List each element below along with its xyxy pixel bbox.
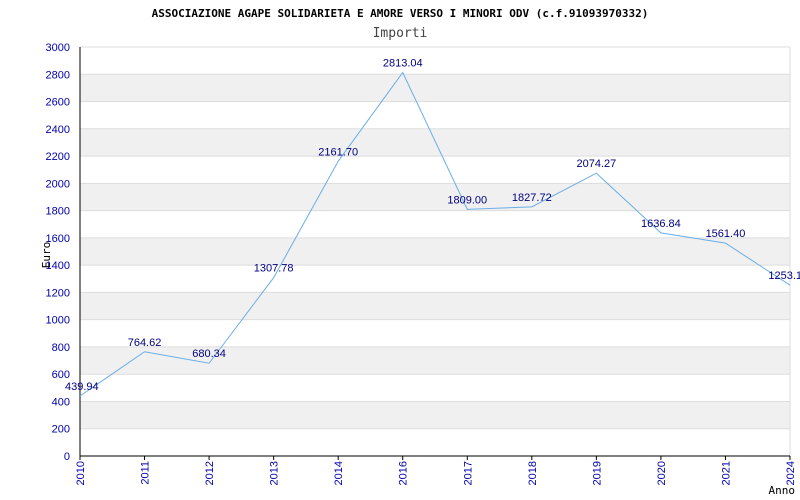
x-tick-label: 2018 xyxy=(527,461,539,485)
data-label: 439.94 xyxy=(65,381,99,393)
x-tick-label: 2016 xyxy=(398,461,410,485)
x-tick-label: 2010 xyxy=(75,461,87,485)
y-tick-label: 2200 xyxy=(46,151,70,163)
x-axis-label: Anno xyxy=(769,484,796,497)
y-tick-label: 2800 xyxy=(46,69,70,81)
y-axis-label: Euro xyxy=(40,242,53,269)
x-tick-label: 2014 xyxy=(333,461,345,485)
chart-container: 0 200 400 600 800 1000 1200 1400 1600 1800 2000 220… xyxy=(0,0,800,500)
y-tick-label: 400 xyxy=(52,396,70,408)
line-chart: 0200400600800100012001400160018002000220… xyxy=(40,7,800,497)
x-tick-label: 2021 xyxy=(720,461,732,485)
grid-band xyxy=(80,74,790,102)
data-label: 1827.72 xyxy=(512,192,552,204)
y-tick-label: 3000 xyxy=(46,42,70,54)
x-axis-ticks: 2010 2011 2012 2013 2014 2016 2017 2018 2019 2020… xyxy=(75,456,797,485)
x-tick-label: 2024 xyxy=(785,461,797,485)
y-tick-label: 2400 xyxy=(46,124,70,136)
data-label: 764.62 xyxy=(128,337,162,349)
x-tick-label: 2012 xyxy=(204,461,216,485)
data-label: 2161.70 xyxy=(318,146,358,158)
y-tick-label: 600 xyxy=(52,369,70,381)
y-tick-label: 1000 xyxy=(46,315,70,327)
background-bands xyxy=(80,74,790,429)
data-label: 1809.00 xyxy=(447,194,487,206)
grid-band xyxy=(80,128,790,157)
y-tick-label: 0 xyxy=(64,451,70,463)
y-tick-label: 200 xyxy=(52,424,70,436)
grid-band xyxy=(80,237,790,266)
grid-band xyxy=(80,346,790,375)
chart-title: ASSOCIAZIONE AGAPE SOLIDARIETA E AMORE V… xyxy=(152,7,649,20)
data-label: 1307.78 xyxy=(254,263,294,275)
y-tick-label: 1200 xyxy=(46,287,70,299)
x-tick-label: 2020 xyxy=(656,461,668,485)
grid-band xyxy=(80,401,790,429)
x-tick-label: 2013 xyxy=(269,461,281,485)
x-tick-label: 2011 xyxy=(140,461,152,485)
grid-band xyxy=(80,292,790,320)
y-tick-label: 800 xyxy=(52,342,70,354)
y-tick-label: 2600 xyxy=(46,97,70,109)
data-label: 2813.04 xyxy=(383,57,423,69)
y-tick-label: 1800 xyxy=(46,206,70,218)
x-tick-label: 2017 xyxy=(462,461,474,485)
data-labels: 439.94 764.62 680.34 1307.78 2161.70 2813.04 1… xyxy=(65,57,800,393)
x-tick-label: 2019 xyxy=(591,461,603,485)
grid-band xyxy=(80,183,790,211)
data-label: 1561.40 xyxy=(706,228,746,240)
y-tick-label: 2000 xyxy=(46,178,70,190)
data-label: 680.34 xyxy=(192,348,226,360)
data-label: 2074.27 xyxy=(576,158,616,170)
data-label: 1253.1 xyxy=(768,270,800,282)
chart-subtitle: Importi xyxy=(373,26,428,41)
data-label: 1636.84 xyxy=(641,218,681,230)
